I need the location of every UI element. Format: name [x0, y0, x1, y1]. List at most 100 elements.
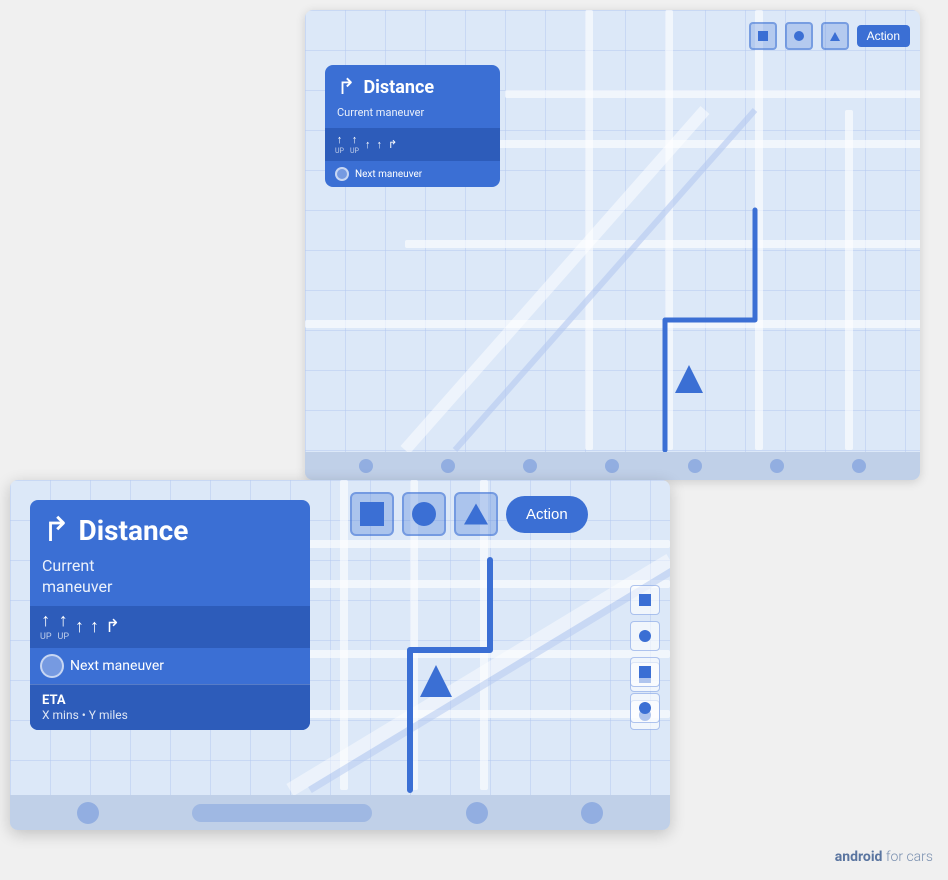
large-nav-card: ↱ Distance Current maneuver ↑ UP ↑ UP ↑ …	[30, 500, 310, 730]
right-side-icons	[630, 585, 660, 723]
small-top-bar: Action	[749, 22, 910, 50]
lg-lane-item-3: ↑	[75, 618, 84, 636]
large-nav-subtitle: Current maneuver	[30, 556, 310, 606]
lg-lane-arrow-3: ↑	[75, 618, 84, 636]
lg-lane-item-4: ↑	[90, 618, 99, 636]
lane-label-2: UP	[350, 147, 359, 155]
side-square-1	[639, 594, 651, 606]
small-nav-subtitle: Current maneuver	[325, 106, 500, 128]
brand-suffix: for cars	[886, 849, 933, 865]
road-v1	[585, 10, 593, 450]
lg-lane-label-2: UP	[58, 632, 70, 642]
eta-row: ETA X mins • Y miles	[30, 684, 310, 730]
road-v2	[665, 10, 673, 450]
side-circle-1	[639, 630, 651, 642]
side-btn-1[interactable]	[630, 585, 660, 615]
lg-pill	[192, 804, 372, 822]
lg-lane-item-2: ↑ UP	[58, 612, 70, 642]
road-h1	[505, 90, 920, 98]
small-lane-guidance: ↑ UP ↑ UP ↑ ↑ ↱	[325, 128, 500, 161]
small-bottom-bar	[305, 452, 920, 480]
lane-label-1: UP	[335, 147, 344, 155]
side-square-2	[639, 666, 651, 678]
large-bottom-bar	[10, 795, 670, 830]
large-top-bar: Action	[350, 492, 588, 536]
small-circle-btn[interactable]	[785, 22, 813, 50]
eta-label: ETA	[42, 693, 298, 708]
large-triangle-btn[interactable]	[454, 492, 498, 536]
lane-item-5: ↱	[388, 139, 397, 150]
lane-item-2: ↑ UP	[350, 134, 359, 155]
lg-dot-2	[466, 802, 488, 824]
road-h4	[305, 320, 920, 328]
brand-name: android	[835, 849, 883, 865]
lg-lane-arrow-2: ↑	[59, 612, 68, 630]
large-nav-distance: Distance	[79, 514, 189, 547]
side-btn-4[interactable]	[630, 693, 660, 723]
lg-lane-item-5: ↱	[105, 618, 120, 636]
sm-dot-4	[605, 459, 619, 473]
lg-lane-arrow-4: ↑	[90, 618, 99, 636]
lg-lane-label-1: UP	[40, 632, 52, 642]
sm-dot-1	[359, 459, 373, 473]
road-v4	[845, 110, 853, 450]
sm-dot-5	[688, 459, 702, 473]
lg-dot-1	[77, 802, 99, 824]
small-nav-distance: Distance	[363, 77, 434, 98]
square-icon	[758, 31, 768, 41]
small-nav-card: ↱ Distance Current maneuver ↑ UP ↑ UP ↑ …	[325, 65, 500, 187]
lane-arrow-4: ↑	[376, 139, 382, 150]
side-circle-2	[639, 702, 651, 714]
lane-item-1: ↑ UP	[335, 134, 344, 155]
large-screen: Action ↱ Distance Current maneuver ↑ UP …	[10, 480, 670, 830]
triangle-icon	[830, 32, 840, 41]
lg-road-v1	[340, 480, 348, 790]
side-btn-3[interactable]	[630, 657, 660, 687]
lane-item-4: ↑	[376, 139, 382, 150]
circle-icon	[794, 31, 804, 41]
lg-lane-arrow-1: ↑	[41, 612, 50, 630]
large-action-button[interactable]: Action	[506, 496, 588, 533]
large-triangle-icon	[464, 504, 488, 525]
small-next-maneuver: Next maneuver	[325, 161, 500, 187]
small-square-btn[interactable]	[749, 22, 777, 50]
lane-arrow-2: ↑	[352, 134, 358, 145]
lane-arrow-5: ↱	[388, 139, 397, 150]
large-nav-header: ↱ Distance	[30, 500, 310, 556]
small-maneuver-dot	[335, 167, 349, 181]
road-h2	[485, 140, 920, 148]
sm-dot-6	[770, 459, 784, 473]
road-v3	[755, 10, 763, 450]
large-maneuver-dot	[40, 654, 64, 678]
small-turn-arrow: ↱	[337, 75, 355, 100]
lane-item-3: ↑	[365, 139, 371, 150]
large-square-icon	[360, 502, 384, 526]
nav-arrow-small	[675, 365, 703, 393]
large-next-maneuver: Next maneuver	[30, 648, 310, 684]
small-triangle-btn[interactable]	[821, 22, 849, 50]
large-current-maneuver-line1: Current	[42, 556, 94, 575]
lane-arrow-3: ↑	[365, 139, 371, 150]
small-maneuver-text: Next maneuver	[355, 169, 422, 180]
lg-lane-item-1: ↑ UP	[40, 612, 52, 642]
large-turn-arrow: ↱	[42, 510, 71, 550]
eta-value: X mins • Y miles	[42, 708, 298, 722]
sm-dot-2	[441, 459, 455, 473]
road-h3	[405, 240, 920, 248]
small-nav-header: ↱ Distance	[325, 65, 500, 106]
lane-arrow-1: ↑	[337, 134, 343, 145]
small-screen: Action ↱ Distance Current maneuver ↑ UP …	[305, 10, 920, 480]
large-current-maneuver-line2: maneuver	[42, 577, 112, 596]
sm-dot-7	[852, 459, 866, 473]
sm-dot-3	[523, 459, 537, 473]
large-circle-icon	[412, 502, 436, 526]
large-square-btn[interactable]	[350, 492, 394, 536]
large-maneuver-text: Next maneuver	[70, 658, 164, 674]
large-circle-btn[interactable]	[402, 492, 446, 536]
small-action-button[interactable]: Action	[857, 25, 910, 47]
nav-arrow-large	[420, 665, 452, 697]
large-lane-guidance: ↑ UP ↑ UP ↑ ↑ ↱	[30, 606, 310, 648]
side-btn-2[interactable]	[630, 621, 660, 651]
lg-dot-3	[581, 802, 603, 824]
lg-lane-arrow-5: ↱	[105, 618, 120, 636]
